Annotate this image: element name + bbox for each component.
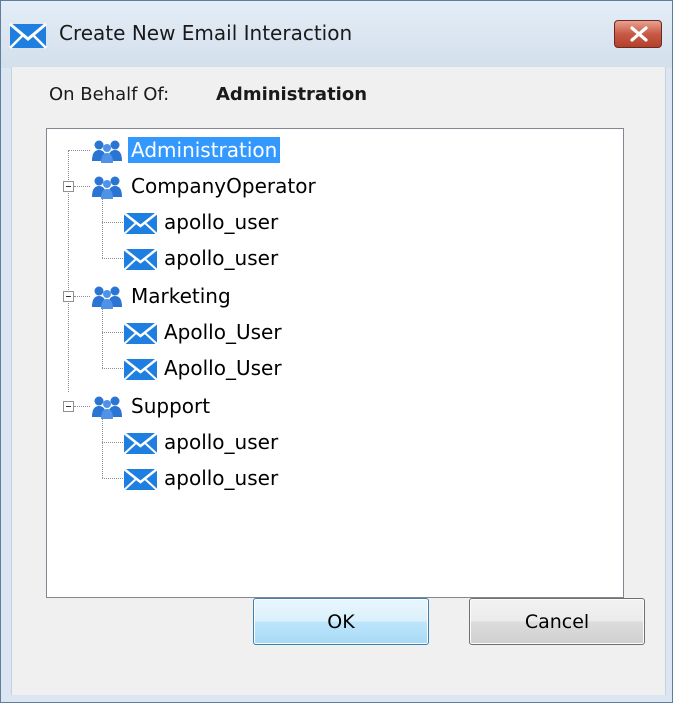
tree-node-companyoperator[interactable]: CompanyOperator	[128, 173, 319, 199]
window-title: Create New Email Interaction	[59, 21, 353, 45]
tree-node-user[interactable]: apollo_user	[161, 465, 281, 491]
group-icon	[92, 176, 122, 199]
collapse-toggle-companyoperator[interactable]	[63, 181, 74, 192]
tree-node-user[interactable]: Apollo_User	[161, 355, 285, 381]
tree-connector	[102, 222, 123, 223]
cancel-button[interactable]: Cancel	[469, 598, 645, 645]
dialog-body: On Behalf Of: Administration Administrat…	[11, 67, 666, 695]
email-icon	[124, 433, 157, 454]
recipient-tree[interactable]: Administration CompanyOperator apollo_us…	[46, 128, 624, 598]
tree-node-user[interactable]: Apollo_User	[161, 319, 285, 345]
tree-node-user[interactable]: apollo_user	[161, 209, 281, 235]
group-icon	[92, 396, 122, 419]
tree-connector	[102, 332, 123, 333]
email-icon	[124, 323, 157, 344]
group-icon	[92, 140, 122, 163]
tree-connector	[74, 406, 90, 407]
email-icon	[124, 469, 157, 490]
email-icon	[124, 249, 157, 270]
tree-node-marketing[interactable]: Marketing	[128, 283, 234, 309]
email-icon	[124, 213, 157, 234]
tree-node-administration[interactable]: Administration	[128, 137, 281, 163]
tree-node-user[interactable]: apollo_user	[161, 245, 281, 271]
tree-connector	[102, 258, 123, 259]
on-behalf-value: Administration	[216, 84, 368, 105]
tree-connector	[102, 442, 123, 443]
dialog-window: Create New Email Interaction On Behalf O…	[0, 0, 673, 703]
tree-connector	[74, 296, 90, 297]
title-bar[interactable]: Create New Email Interaction	[1, 1, 672, 68]
collapse-toggle-marketing[interactable]	[63, 291, 74, 302]
group-icon	[92, 286, 122, 309]
tree-node-user[interactable]: apollo_user	[161, 429, 281, 455]
on-behalf-label: On Behalf Of:	[49, 84, 170, 105]
email-icon	[124, 359, 157, 380]
email-icon	[9, 23, 47, 49]
tree-branch-line	[102, 419, 103, 478]
tree-connector	[102, 368, 123, 369]
tree-connector	[102, 478, 123, 479]
tree-branch-line	[102, 199, 103, 258]
tree-node-support[interactable]: Support	[128, 393, 213, 419]
collapse-toggle-support[interactable]	[63, 401, 74, 412]
close-button[interactable]	[614, 20, 662, 48]
tree-connector	[74, 186, 90, 187]
close-icon	[630, 26, 648, 42]
ok-button[interactable]: OK	[253, 598, 429, 645]
tree-connector	[68, 150, 90, 151]
tree-branch-line	[102, 309, 103, 368]
